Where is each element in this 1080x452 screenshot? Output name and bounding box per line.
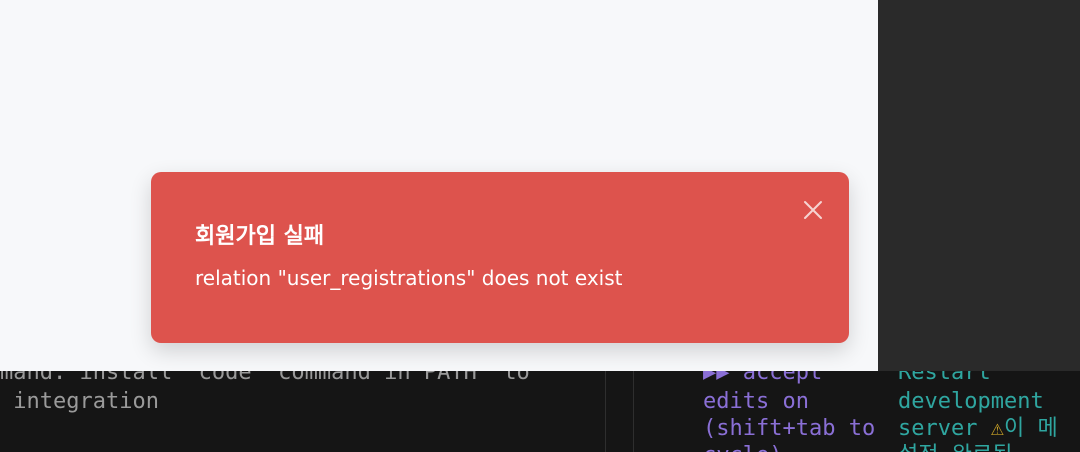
toast-message: relation "user_registrations" does not e… [195,266,623,290]
terminal-panel: mand: install 'code' command in PATH to … [0,371,1080,452]
terminal-divider [605,371,606,452]
terminal-line: Restart [898,371,991,385]
terminal-divider [633,371,634,452]
terminal-line: mand: install 'code' command in PATH to [0,371,530,385]
terminal-line: development [898,389,1044,414]
terminal-line: integration [0,389,159,414]
terminal-line: cycle) [703,442,782,452]
side-panel [878,0,1080,371]
warning-icon: ⚠ [990,416,1004,441]
terminal-line: 설정 완료됨 [898,442,1012,452]
terminal-line: (shift+tab to [703,416,876,441]
terminal-line: server ⚠이 메 [898,415,1058,443]
terminal-line: edits on [703,389,809,414]
terminal-server-text: server [898,416,978,441]
toast-title: 회원가입 실패 [195,224,325,249]
terminal-line: ▶▶ accept [703,371,823,385]
close-icon[interactable] [801,198,825,222]
error-toast: 회원가입 실패 relation "user_registrations" do… [151,172,849,343]
terminal-line-suffix: 이 메 [1003,416,1058,441]
